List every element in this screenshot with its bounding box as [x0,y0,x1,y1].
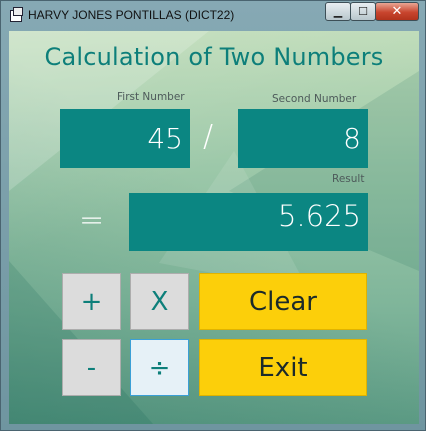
app-window-icon[interactable] [10,7,23,22]
window-title: HARVY JONES PONTILLAS (DICT22) [28,8,235,22]
caption-buttons: ▁ ☐ ✕ [325,2,419,21]
divide-button[interactable]: ÷ [130,339,189,396]
first-number-label: First Number [117,91,185,103]
minimize-button[interactable]: ▁ [325,2,351,21]
subtract-button[interactable]: - [62,339,121,396]
title-bar[interactable]: HARVY JONES PONTILLAS (DICT22) ▁ ☐ ✕ [1,1,425,31]
calculator-panel: Calculation of Two Numbers First Number … [9,31,419,424]
second-number-field[interactable]: 8 [238,109,368,168]
multiply-button[interactable]: X [130,273,189,330]
close-button[interactable]: ✕ [375,2,419,21]
add-button[interactable]: + [62,273,121,330]
app-window: HARVY JONES PONTILLAS (DICT22) ▁ ☐ ✕ Cal… [0,0,426,431]
second-number-label: Second Number [272,93,357,105]
exit-button[interactable]: Exit [199,339,367,396]
result-field: 5.625 [129,193,368,251]
operator-display: / [203,119,214,154]
clear-button[interactable]: Clear [199,273,367,330]
maximize-button[interactable]: ☐ [350,2,376,21]
equals-sign: = [79,203,105,238]
first-number-field[interactable]: 45 [60,109,190,168]
page-title: Calculation of Two Numbers [44,43,384,71]
result-label: Result [332,173,365,185]
